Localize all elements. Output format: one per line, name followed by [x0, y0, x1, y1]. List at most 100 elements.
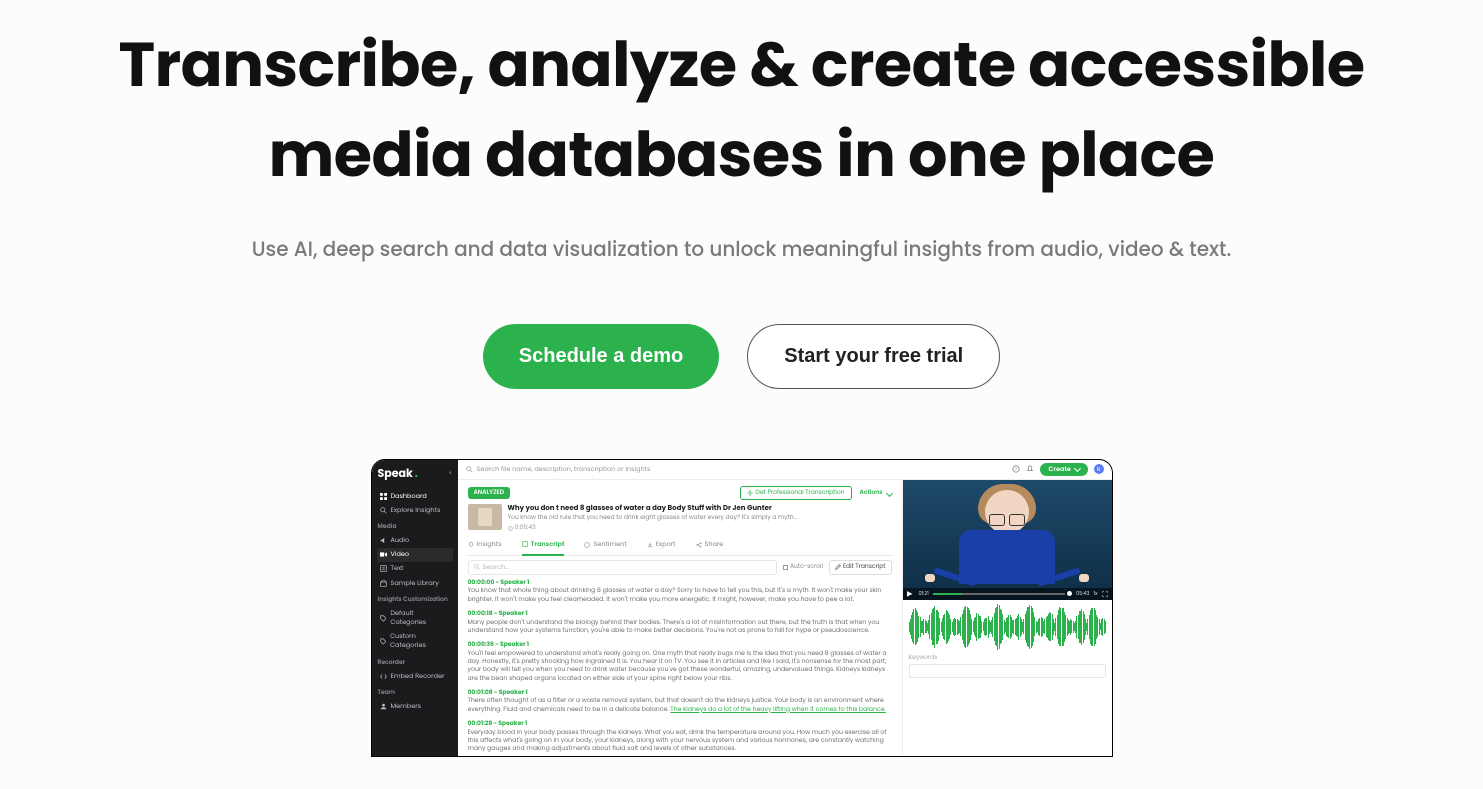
seekbar[interactable] — [933, 593, 1065, 595]
hero-title: Transcribe, analyze & create accessible … — [40, 20, 1443, 200]
file-title: Why you don t need 8 glasses of water a … — [508, 504, 798, 514]
clock-icon — [508, 526, 513, 531]
highlighted-text: The kidneys do a lot of the heavy liftin… — [670, 705, 886, 714]
top-searchbar: Search file name, description, transcrip… — [458, 460, 1112, 480]
sidebar-embed[interactable]: Embed Recorder — [378, 669, 452, 683]
tabs: Insights Transcript Sentiment Export Sha… — [468, 537, 892, 556]
sidebar-label: Embed Recorder — [391, 672, 445, 681]
sidebar-label: Custom Categories — [390, 632, 449, 650]
sidebar-head-team: Team — [378, 689, 452, 697]
export-icon — [647, 542, 653, 548]
transcript-entry[interactable]: 00:01:28 - Speaker 1Everyday blood in yo… — [468, 720, 892, 753]
gear-icon — [747, 490, 753, 496]
edit-transcript-button[interactable]: Edit Transcript — [829, 560, 892, 574]
transcript: 00:00:00 - Speaker 1You know that whole … — [468, 579, 892, 757]
library-icon — [380, 580, 387, 587]
sidebar-label: Members — [391, 702, 422, 711]
video-player[interactable]: 01:21 05:43 1x — [903, 480, 1112, 600]
sidebar-label: Default Categories — [390, 609, 449, 627]
keywords-input[interactable] — [909, 664, 1106, 678]
share-icon — [696, 542, 702, 548]
sidebar-members[interactable]: Members — [378, 700, 452, 714]
actions-dropdown[interactable]: Actions — [860, 489, 892, 497]
transcript-icon — [522, 541, 528, 547]
sidebar-head-insights: Insights Customization — [378, 596, 452, 604]
sentiment-icon — [584, 542, 590, 548]
speed-label[interactable]: 1x — [1094, 590, 1098, 597]
global-search[interactable]: Search file name, description, transcrip… — [466, 465, 1013, 474]
transcript-entry[interactable]: 00:01:08 - Speaker 1There often thought … — [468, 689, 892, 714]
search-icon — [474, 564, 480, 570]
tab-transcript[interactable]: Transcript — [522, 537, 565, 556]
transcript-entry[interactable]: 00:00:36 - Speaker 1You'll feel empowere… — [468, 641, 892, 683]
sidebar-head-recorder: Recorder — [378, 659, 452, 667]
app-screenshot: Speak. ‹ Dashboard Explore Insights Medi… — [371, 459, 1113, 757]
create-button[interactable]: Create — [1040, 463, 1087, 476]
tab-share[interactable]: Share — [696, 537, 724, 555]
tag-icon — [380, 615, 387, 622]
sidebar-label: Audio — [391, 536, 410, 545]
tab-insights[interactable]: Insights — [468, 537, 502, 555]
sidebar-label: Video — [391, 550, 410, 559]
bell-icon[interactable] — [1026, 465, 1034, 473]
entry-text: You'll feel empowered to understand what… — [468, 650, 892, 683]
entry-text: You know that whole thing about drinking… — [468, 587, 892, 604]
sidebar-head-media: Media — [378, 523, 452, 531]
transcript-entry[interactable]: 00:00:00 - Speaker 1You know that whole … — [468, 579, 892, 604]
sidebar-dashboard[interactable]: Dashboard — [378, 489, 452, 503]
sidebar-video[interactable]: Video — [377, 548, 453, 562]
file-duration: 0:05:43 — [508, 524, 798, 532]
file-subtitle: You know the old rule that you need to d… — [508, 514, 798, 522]
content-panel: ANALYZED Get Professional Transcription … — [458, 480, 902, 757]
help-icon[interactable]: ? — [1012, 465, 1020, 473]
avatar[interactable]: N — [1094, 464, 1104, 474]
pencil-icon — [835, 564, 841, 570]
search-icon — [466, 466, 473, 473]
sidebar-label: Dashboard — [391, 492, 427, 501]
embed-icon — [380, 673, 387, 680]
hero-subtitle: Use AI, deep search and data visualizati… — [40, 234, 1443, 264]
sidebar-text[interactable]: Text — [378, 562, 452, 576]
pro-transcription-button[interactable]: Get Professional Transcription — [740, 486, 851, 500]
fullscreen-icon[interactable] — [1102, 591, 1108, 597]
autoscroll-checkbox[interactable]: Auto-scroll — [783, 563, 823, 571]
tag-icon — [380, 638, 387, 645]
sidebar-default-cat[interactable]: Default Categories — [378, 607, 452, 630]
sidebar-custom-cat[interactable]: Custom Categories — [378, 630, 452, 653]
sidebar-explore[interactable]: Explore Insights — [378, 503, 452, 517]
sidebar-label: Explore Insights — [391, 506, 441, 515]
tab-sentiment[interactable]: Sentiment — [584, 537, 626, 555]
app-logo: Speak. ‹ — [378, 466, 452, 481]
members-icon — [380, 703, 387, 710]
search-icon — [380, 507, 387, 514]
video-icon — [380, 551, 387, 558]
transcript-search[interactable]: Search... — [468, 560, 777, 575]
sidebar: Speak. ‹ Dashboard Explore Insights Medi… — [372, 460, 458, 756]
keywords-label: Keywords — [909, 654, 1106, 662]
tab-export[interactable]: Export — [647, 537, 676, 555]
status-chip: ANALYZED — [468, 487, 511, 499]
entry-text: Everyday blood in your body passes throu… — [468, 729, 892, 754]
dashboard-icon — [380, 493, 387, 500]
sidebar-library[interactable]: Sample Library — [378, 576, 452, 590]
cta-row: Schedule a demo Start your free trial — [40, 324, 1443, 389]
play-icon[interactable] — [907, 591, 913, 597]
right-panel: 01:21 05:43 1x Keywords — [902, 480, 1112, 757]
start-trial-button[interactable]: Start your free trial — [747, 324, 1000, 389]
transcript-entry[interactable]: 00:00:18 - Speaker 1Many people don't un… — [468, 610, 892, 635]
sidebar-label: Text — [391, 564, 404, 573]
main: Search file name, description, transcrip… — [458, 460, 1112, 756]
entry-text: There often thought of as a filter or a … — [468, 697, 892, 714]
svg-text:?: ? — [1015, 468, 1017, 473]
video-frame — [952, 490, 1062, 588]
sidebar-label: Sample Library — [391, 579, 439, 588]
sidebar-audio[interactable]: Audio — [378, 534, 452, 548]
waveform[interactable] — [903, 600, 1112, 652]
search-placeholder: Search file name, description, transcrip… — [477, 465, 651, 474]
entry-text: Many people don't understand the biology… — [468, 619, 892, 636]
text-icon — [380, 565, 387, 572]
video-controls: 01:21 05:43 1x — [903, 588, 1112, 600]
video-thumbnail — [468, 504, 502, 530]
schedule-demo-button[interactable]: Schedule a demo — [483, 324, 720, 389]
audio-icon — [380, 537, 387, 544]
